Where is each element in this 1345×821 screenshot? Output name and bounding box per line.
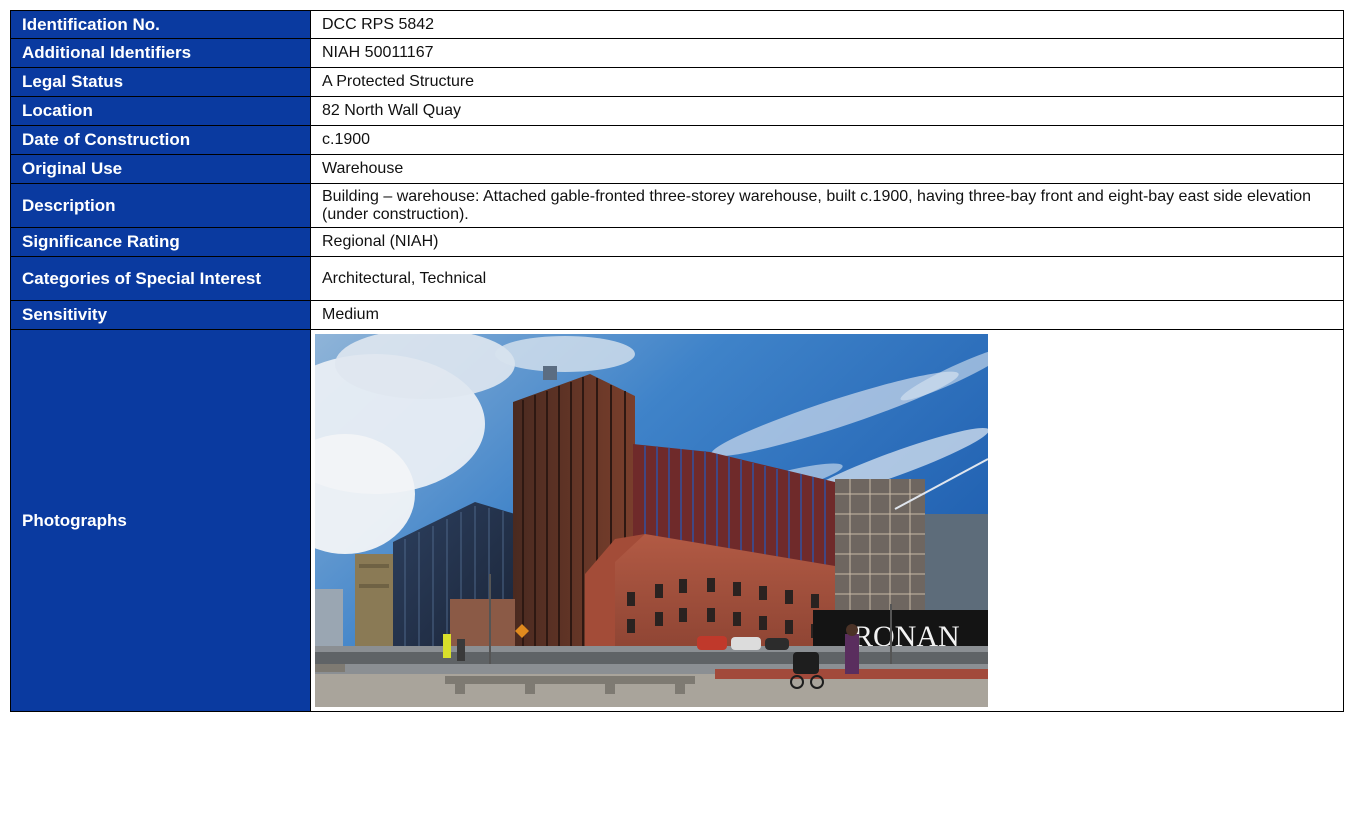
table-row: Significance Rating Regional (NIAH) <box>10 227 1344 257</box>
row-value-identification-no: DCC RPS 5842 <box>310 10 1344 39</box>
building-photograph: RONAN <box>315 334 988 707</box>
row-label-significance-rating: Significance Rating <box>10 227 311 257</box>
row-label-original-use: Original Use <box>10 154 311 184</box>
row-label-categories-of-special-interest: Categories of Special Interest <box>10 256 311 301</box>
table-row: Photographs RONAN <box>10 329 1344 712</box>
row-value-photographs: RONAN <box>310 329 1344 712</box>
table-row: Categories of Special Interest Architect… <box>10 256 1344 301</box>
row-label-photographs: Photographs <box>10 329 311 712</box>
row-value-description: Building – warehouse: Attached gable-fro… <box>310 183 1344 228</box>
table-row: Date of Construction c.1900 <box>10 125 1344 155</box>
row-value-original-use: Warehouse <box>310 154 1344 184</box>
row-label-additional-identifiers: Additional Identifiers <box>10 38 311 68</box>
row-value-sensitivity: Medium <box>310 300 1344 330</box>
table-row: Additional Identifiers NIAH 50011167 <box>10 38 1344 68</box>
table-row: Description Building – warehouse: Attach… <box>10 183 1344 228</box>
row-label-description: Description <box>10 183 311 228</box>
row-value-legal-status: A Protected Structure <box>310 67 1344 97</box>
row-value-additional-identifiers: NIAH 50011167 <box>310 38 1344 68</box>
table-row: Legal Status A Protected Structure <box>10 67 1344 97</box>
table-row: Identification No. DCC RPS 5842 <box>10 10 1344 39</box>
row-value-date-of-construction: c.1900 <box>310 125 1344 155</box>
table-row: Sensitivity Medium <box>10 300 1344 330</box>
record-table: Identification No. DCC RPS 5842 Addition… <box>10 10 1344 712</box>
row-label-sensitivity: Sensitivity <box>10 300 311 330</box>
row-value-location: 82 North Wall Quay <box>310 96 1344 126</box>
row-label-location: Location <box>10 96 311 126</box>
row-label-date-of-construction: Date of Construction <box>10 125 311 155</box>
row-label-identification-no: Identification No. <box>10 10 311 39</box>
table-row: Location 82 North Wall Quay <box>10 96 1344 126</box>
row-label-legal-status: Legal Status <box>10 67 311 97</box>
table-row: Original Use Warehouse <box>10 154 1344 184</box>
row-value-categories-of-special-interest: Architectural, Technical <box>310 256 1344 301</box>
row-value-significance-rating: Regional (NIAH) <box>310 227 1344 257</box>
